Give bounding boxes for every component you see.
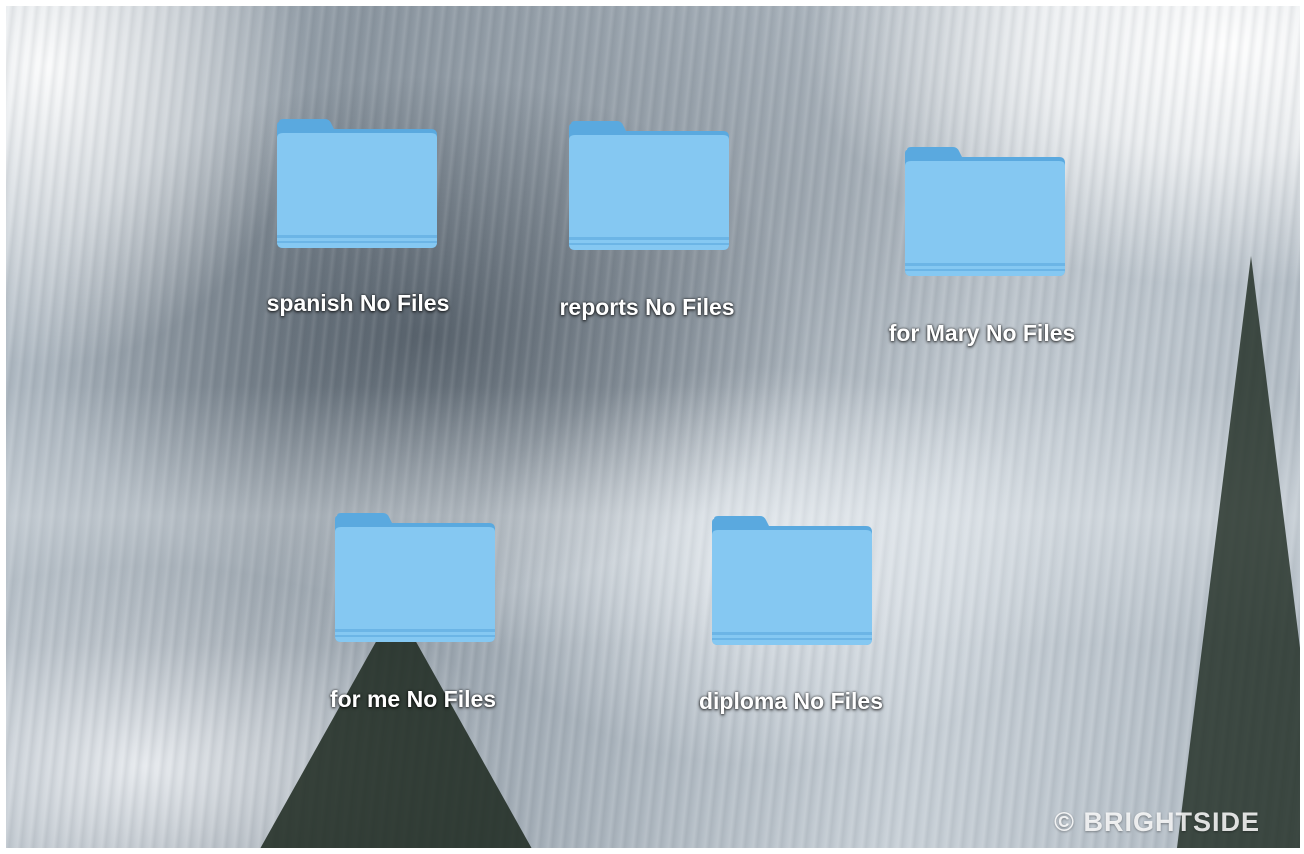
folder-for-me[interactable] [333,512,497,644]
folder-icon [275,118,439,250]
folder-icon [710,515,874,647]
folder-diploma[interactable] [710,515,874,647]
watermark: © BRIGHTSIDE [1054,807,1260,837]
folder-icon [567,120,731,252]
desktop-screenshot: spanish No Files reports No Files for Ma… [0,0,1304,854]
folder-icon [903,146,1067,278]
wallpaper-mist [6,386,1300,646]
folder-reports[interactable] [567,120,731,252]
folder-label-for-mary[interactable]: for Mary No Files [889,320,1076,347]
folder-label-diploma[interactable]: diploma No Files [699,688,883,715]
folder-for-mary[interactable] [903,146,1067,278]
folder-icon [333,512,497,644]
folder-label-spanish[interactable]: spanish No Files [267,290,450,317]
folder-spanish[interactable] [275,118,439,250]
wallpaper-tree-right [1176,256,1300,848]
folder-label-for-me[interactable]: for me No Files [330,686,496,713]
folder-label-reports[interactable]: reports No Files [559,294,734,321]
